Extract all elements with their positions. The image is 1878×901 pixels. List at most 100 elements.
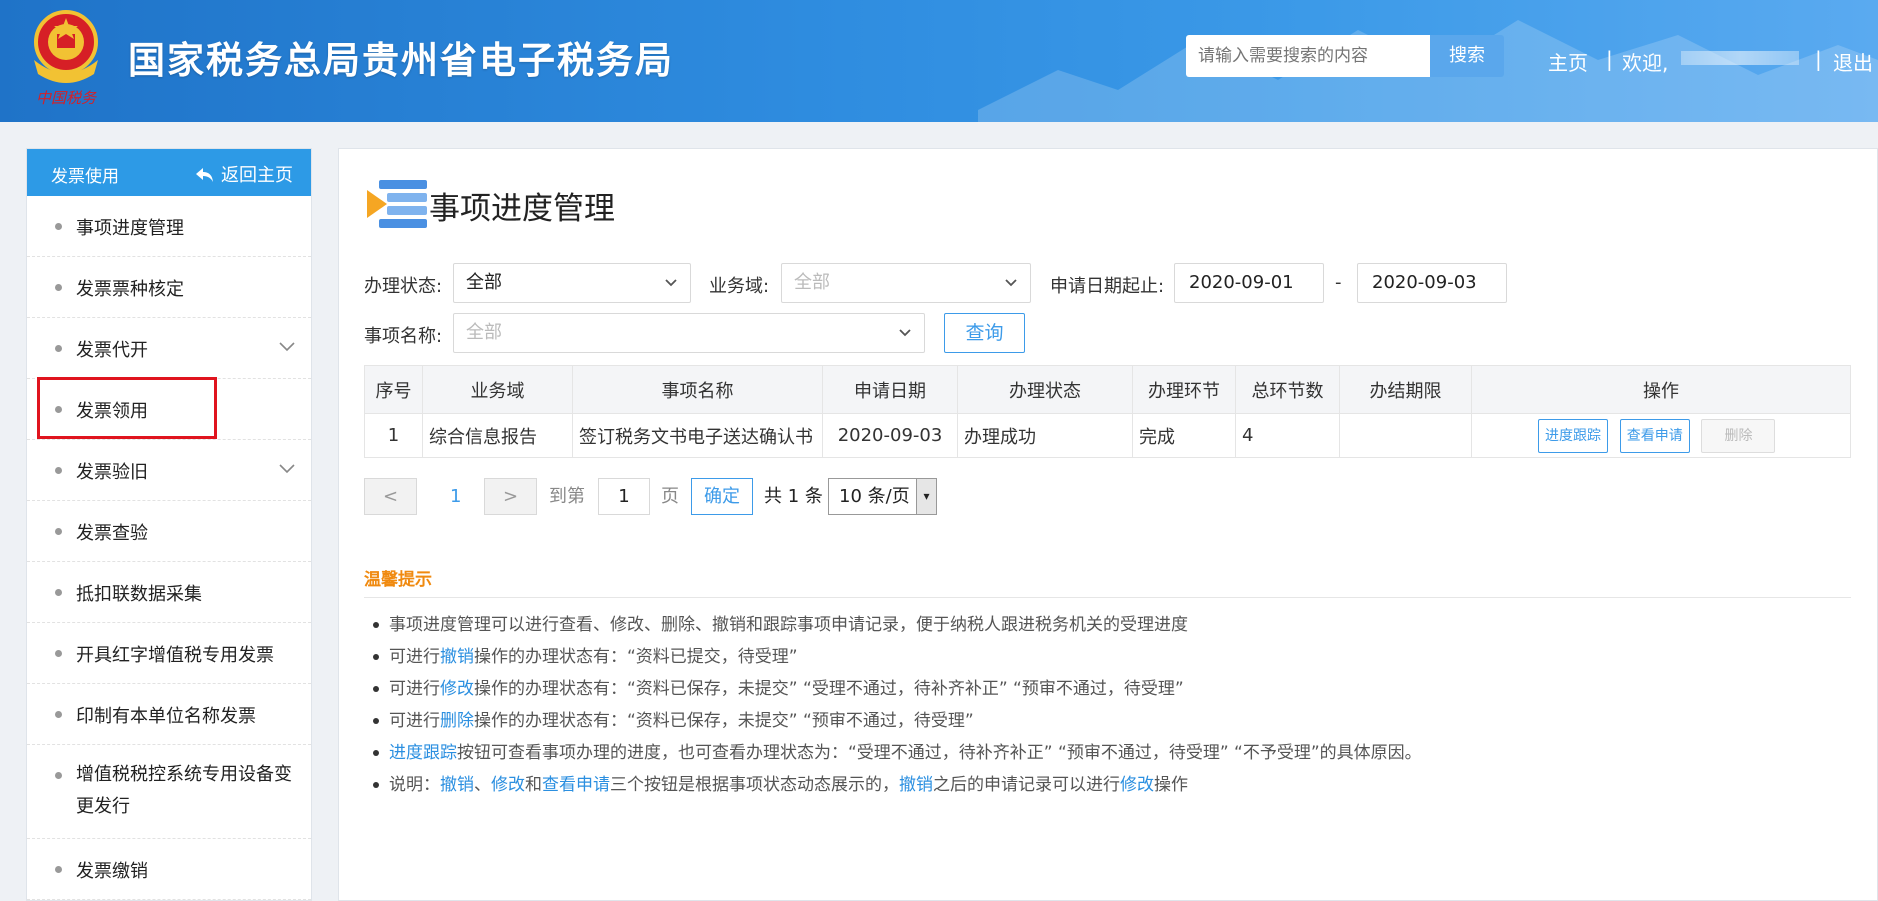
tips-title: 温馨提示 (364, 570, 432, 590)
sidebar-item[interactable]: 发票查验 (27, 501, 311, 562)
total-count: 共 1 条 (764, 486, 823, 507)
bullet-icon (55, 284, 62, 291)
tip-link[interactable]: 撤销 (899, 775, 933, 795)
current-page[interactable]: 1 (450, 478, 461, 515)
tip-text: 事项进度管理可以进行查看、修改、删除、撤销和跟踪事项申请记录，便于纳税人跟进税务… (389, 615, 1188, 635)
sidebar-item[interactable]: 增值税税控系统专用设备变更发行 (27, 745, 311, 839)
sidebar-item[interactable]: 开具红字增值税专用发票 (27, 623, 311, 684)
goto-confirm-button[interactable]: 确定 (691, 478, 753, 515)
bullet-icon (55, 223, 62, 230)
tip-link[interactable]: 查看申请 (542, 775, 610, 795)
bullet-icon (373, 654, 379, 660)
bullet-icon (55, 772, 62, 779)
domain-select[interactable]: 全部 (781, 263, 1031, 303)
chevron-down-icon (279, 342, 295, 352)
column-header: 序号 (364, 365, 423, 414)
main-panel: 事项进度管理 办理状态: 全部 业务域: 全部 申请日期起止: 2020-09-… (338, 148, 1878, 901)
progress-table: 序号 业务域 事项名称 申请日期 办理状态 办理环节 总环节数 办结期限 操作 … (364, 365, 1851, 458)
page-size-select[interactable]: 10 条/页 ▾ (828, 478, 937, 515)
tip-link[interactable]: 修改 (440, 679, 474, 699)
chevron-down-icon (1005, 279, 1017, 287)
delete-button[interactable]: 删除 (1701, 418, 1776, 453)
tip-text: 操作 (1154, 775, 1188, 795)
tip-text: 、 (474, 775, 491, 795)
sidebar: 发票使用 返回主页 事项进度管理发票票种核定发票代开发票领用发票验旧发票查验抵扣… (26, 148, 312, 901)
back-home-button[interactable]: 返回主页 (195, 161, 293, 187)
sidebar-item[interactable]: 发票领用 (27, 377, 311, 440)
column-header: 办结期限 (1339, 365, 1472, 414)
tip-link[interactable]: 修改 (1120, 775, 1154, 795)
view-application-button[interactable]: 查看申请 (1619, 418, 1690, 453)
bullet-icon (373, 686, 379, 692)
search-button[interactable]: 搜索 (1430, 35, 1504, 77)
cell-stage: 完成 (1132, 413, 1236, 458)
cell-domain: 综合信息报告 (422, 413, 573, 458)
sidebar-item-label: 发票验旧 (76, 462, 148, 483)
sidebar-item[interactable]: 印制有本单位名称发票 (27, 684, 311, 745)
tip-text: 操作的办理状态有：“资料已保存，未提交” “预审不通过，待受理” (474, 711, 974, 731)
sidebar-item[interactable]: 发票代开 (27, 318, 311, 379)
date-range-label: 申请日期起止: (1050, 276, 1165, 297)
tip-text: 三个按钮是根据事项状态动态展示的， (610, 775, 899, 795)
highlight-annotation-box (37, 377, 217, 439)
column-header: 操作 (1471, 365, 1851, 414)
cell-no: 1 (364, 413, 423, 458)
cell-deadline (1339, 413, 1472, 458)
sidebar-item[interactable]: 发票票种核定 (27, 257, 311, 318)
sidebar-item[interactable]: 事项进度管理 (27, 196, 311, 257)
tip-text: 操作的办理状态有：“资料已保存，未提交” “受理不通过，待补齐补正” “预审不通… (474, 679, 1184, 699)
sidebar-item-label: 发票查验 (76, 523, 148, 544)
tip-link[interactable]: 撤销 (440, 775, 474, 795)
bullet-icon (55, 711, 62, 718)
bullet-icon (55, 866, 62, 873)
sidebar-item[interactable]: 抵扣联数据采集 (27, 562, 311, 623)
tip-text: 操作的办理状态有：“资料已提交，待受理” (474, 647, 798, 667)
tip-line: 说明：撤销、修改和查看申请三个按钮是根据事项状态动态展示的，撤销之后的申请记录可… (373, 770, 1188, 795)
home-link[interactable]: 主页 (1548, 47, 1588, 76)
cell-status: 办理成功 (957, 413, 1133, 458)
sidebar-title: 发票使用 (51, 167, 119, 187)
top-header: 中国税务 国家税务总局贵州省电子税务局 搜索 主页 | 欢迎, | 退出 (0, 0, 1878, 122)
page-title: 事项进度管理 (429, 191, 615, 227)
sidebar-item-label: 开具红字增值税专用发票 (76, 645, 274, 666)
column-header: 办理环节 (1132, 365, 1236, 414)
tip-link[interactable]: 删除 (440, 711, 474, 731)
column-header: 办理状态 (957, 365, 1133, 414)
welcome-text: 欢迎, (1622, 51, 1669, 75)
tip-line: 可进行撤销操作的办理状态有：“资料已提交，待受理” (373, 642, 798, 667)
sidebar-item-label: 事项进度管理 (76, 218, 184, 239)
search-input[interactable] (1186, 35, 1430, 77)
tip-text: 按钮可查看事项办理的进度，也可查看办理状态为：“受理不通过，待补齐补正” “预审… (457, 743, 1422, 763)
bullet-icon (373, 782, 379, 788)
bullet-icon (373, 622, 379, 628)
sidebar-header: 发票使用 返回主页 (27, 149, 311, 196)
date-separator: - (1335, 272, 1342, 293)
logout-link[interactable]: 退出 (1833, 47, 1873, 76)
date-from-input[interactable]: 2020-09-01 (1174, 263, 1324, 303)
goto-page-input[interactable]: 1 (598, 478, 650, 515)
status-select[interactable]: 全部 (453, 263, 691, 303)
query-button[interactable]: 查询 (944, 313, 1025, 353)
table-header-row: 序号 业务域 事项名称 申请日期 办理状态 办理环节 总环节数 办结期限 操作 (364, 365, 1851, 414)
tip-text: 可进行 (389, 711, 440, 731)
sidebar-item-label: 发票代开 (76, 340, 148, 361)
tip-link[interactable]: 进度跟踪 (389, 743, 457, 763)
bullet-icon (55, 528, 62, 535)
sidebar-item[interactable]: 发票验旧 (27, 440, 311, 501)
tip-link[interactable]: 撤销 (440, 647, 474, 667)
item-name-label: 事项名称: (364, 326, 443, 347)
next-page-button[interactable]: > (484, 478, 537, 515)
date-to-input[interactable]: 2020-09-03 (1357, 263, 1507, 303)
divider (364, 597, 1851, 598)
tip-line: 事项进度管理可以进行查看、修改、删除、撤销和跟踪事项申请记录，便于纳税人跟进税务… (373, 610, 1188, 635)
track-progress-button[interactable]: 进度跟踪 (1538, 418, 1608, 453)
sidebar-item[interactable]: 发票缴销 (27, 839, 311, 900)
prev-page-button[interactable]: < (364, 478, 417, 515)
bullet-icon (55, 650, 62, 657)
sidebar-item-label: 增值税税控系统专用设备变更发行 (76, 764, 292, 817)
sidebar-item-label: 发票缴销 (76, 861, 148, 882)
bullet-icon (373, 750, 379, 756)
site-title: 国家税务总局贵州省电子税务局 (128, 39, 674, 82)
tip-link[interactable]: 修改 (491, 775, 525, 795)
item-name-select[interactable]: 全部 (453, 313, 925, 353)
